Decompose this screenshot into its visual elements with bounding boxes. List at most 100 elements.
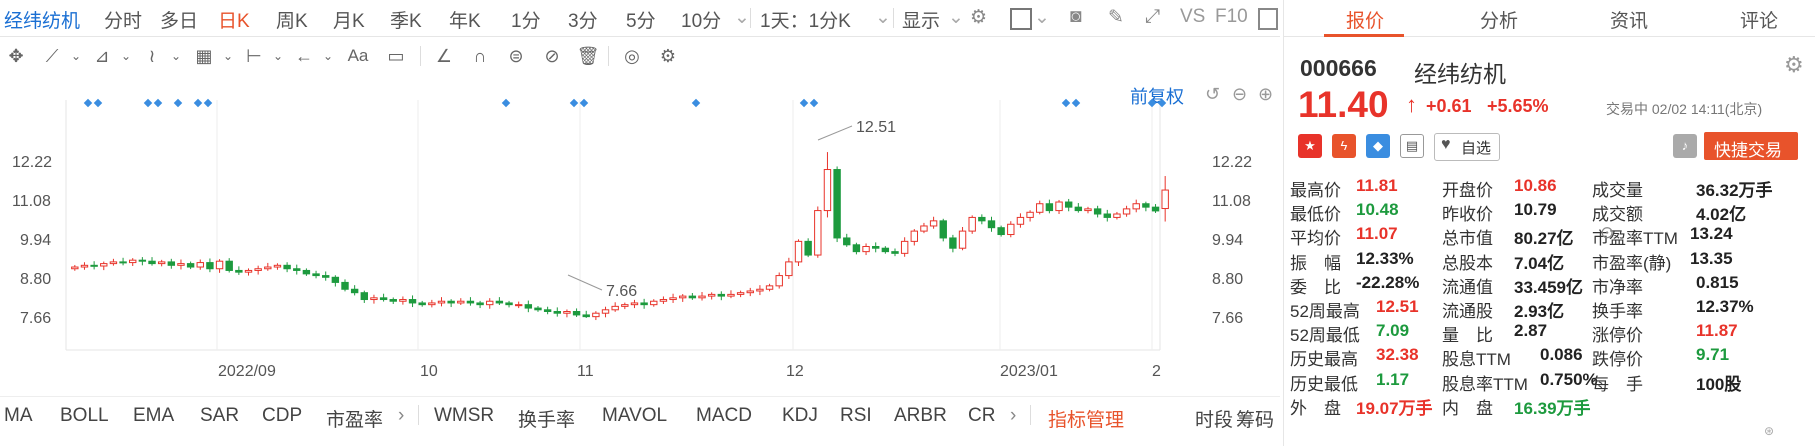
candle-body [669, 297, 677, 301]
indicator-macd[interactable]: MACD [696, 405, 752, 427]
chip-distribution-button[interactable]: 筹码 [1236, 405, 1274, 432]
candle-body [920, 225, 928, 232]
overlay-icon[interactable]: ◎ [618, 44, 646, 68]
indicator-pe[interactable]: 市盈率 [326, 405, 383, 432]
chevron-down-icon[interactable]: ⌄ [948, 6, 964, 29]
event-marker-icon [173, 98, 183, 108]
y-tick-label: 8.80 [1212, 271, 1243, 288]
candle-body [1161, 189, 1169, 210]
note-icon[interactable]: ▤ [1400, 134, 1424, 158]
candle-body [1016, 216, 1025, 225]
chevron-down-icon[interactable]: ⌄ [112, 44, 140, 68]
magnet-icon[interactable]: ∩ [466, 44, 494, 68]
tab-intraday[interactable]: 分时 [104, 6, 142, 33]
stat-label: 换手率 [1592, 302, 1643, 321]
chevron-right-icon[interactable]: › [1010, 405, 1016, 427]
pen-icon[interactable]: ✎ [1108, 6, 1124, 29]
tab-yearly-k[interactable]: 年K [449, 6, 481, 33]
settings-icon[interactable]: ⚙ [970, 6, 987, 29]
text-tool-icon[interactable]: Aa [344, 44, 372, 68]
more-info-icon[interactable]: ⊙ [1600, 223, 1614, 243]
chevron-down-icon[interactable]: ⌄ [264, 44, 292, 68]
camera-icon[interactable]: ◙ [1070, 6, 1081, 28]
hide-drawings-icon[interactable]: ⊘ [538, 44, 566, 68]
chevron-down-icon[interactable]: ⌄ [214, 44, 242, 68]
indicator-mavol[interactable]: MAVOL [602, 405, 667, 427]
stat-value: 10.86 [1514, 176, 1557, 195]
y-tick-label: 11.08 [1212, 193, 1251, 210]
comment-tool-icon[interactable]: ▭ [382, 44, 410, 68]
candle-body [186, 263, 195, 268]
layout-square-icon[interactable] [1010, 8, 1032, 30]
candle-body [350, 288, 359, 294]
candle-body [611, 305, 619, 311]
f10-button[interactable]: F10 [1215, 6, 1248, 28]
tab-weekly-k[interactable]: 周K [276, 6, 308, 33]
candle-body [543, 309, 552, 313]
angle-tool-icon[interactable]: ∠ [430, 44, 458, 68]
indicator-kdj[interactable]: KDJ [782, 405, 818, 427]
add-watchlist-button[interactable]: ♥ 自选 [1434, 133, 1500, 161]
indicator-cr[interactable]: CR [968, 405, 995, 427]
display-select[interactable]: 显示 [902, 6, 940, 33]
lock-drawings-icon[interactable]: ⊜ [502, 44, 530, 68]
tab-3min[interactable]: 3分 [568, 6, 598, 33]
trash-icon[interactable]: 🗑 [574, 44, 602, 68]
candle-body [1045, 203, 1054, 212]
stock-name-tab[interactable]: 经纬纺机 [4, 6, 80, 33]
x-tick-label: 2022/09 [218, 363, 276, 380]
indicator-arbr[interactable]: ARBR [894, 405, 947, 427]
tab-quarterly-k[interactable]: 季K [390, 6, 422, 33]
candle-body [167, 261, 176, 266]
indicator-wmsr[interactable]: WMSR [434, 405, 494, 427]
chevron-down-icon[interactable]: ⌄ [314, 44, 342, 68]
tab-10min[interactable]: 10分 [681, 6, 721, 33]
alert-bell-icon[interactable]: ♪ [1673, 134, 1697, 158]
time-segment-button[interactable]: 时段 [1195, 405, 1233, 432]
tab-monthly-k[interactable]: 月K [333, 6, 365, 33]
indicator-ema[interactable]: EMA [133, 405, 174, 427]
panel-settings-icon[interactable]: ⚙ [1784, 52, 1804, 78]
stat-label: 内 盘 [1442, 398, 1493, 418]
tab-analysis[interactable]: 分析 [1480, 6, 1518, 33]
candle-body [341, 281, 349, 290]
tab-multiday[interactable]: 多日 [160, 6, 198, 33]
event-marker-icon [799, 98, 809, 108]
divider [608, 46, 609, 66]
indicator-ma[interactable]: MA [4, 405, 33, 427]
candle-body [1036, 203, 1044, 213]
tab-daily-k[interactable]: 日K [218, 6, 250, 33]
sidebar-toggle-icon[interactable] [1258, 8, 1278, 30]
quick-trade-button[interactable]: 快捷交易 [1704, 132, 1798, 160]
chevron-down-icon[interactable]: ⌄ [875, 6, 891, 29]
indicator-boll[interactable]: BOLL [60, 405, 109, 427]
event-marker-icon [1147, 98, 1157, 108]
interval-select[interactable]: 1天：1分K [760, 6, 851, 33]
tag-icon[interactable]: ◆ [1366, 134, 1390, 158]
event-markers[interactable] [83, 98, 1167, 108]
chevron-down-icon[interactable]: ⌄ [734, 6, 750, 29]
vs-button[interactable]: VS [1180, 6, 1205, 28]
tab-5min[interactable]: 5分 [626, 6, 656, 33]
tab-1min[interactable]: 1分 [511, 6, 541, 33]
tab-quote[interactable]: 报价 [1346, 6, 1384, 33]
candlestick-chart[interactable]: 12.22 11.08 9.94 8.80 7.66 12.22 11.08 9… [0, 90, 1280, 395]
tab-comments[interactable]: 评论 [1740, 6, 1778, 33]
candle-body [119, 261, 127, 264]
toolbar-settings-icon[interactable]: ⚙ [654, 44, 682, 68]
stat-label: 成交额 [1592, 205, 1643, 225]
indicator-turnover[interactable]: 换手率 [518, 405, 575, 432]
candle-body [939, 220, 947, 239]
fullscreen-icon[interactable]: ⤢ [1145, 6, 1160, 28]
chevron-down-icon[interactable]: ⌄ [1034, 6, 1050, 29]
chevron-right-icon[interactable]: › [398, 405, 404, 427]
indicator-rsi[interactable]: RSI [840, 405, 872, 427]
indicator-sar[interactable]: SAR [200, 405, 239, 427]
chevron-down-icon[interactable]: ⌄ [162, 44, 190, 68]
chevron-down-icon[interactable]: ⌄ [62, 44, 90, 68]
tab-news[interactable]: 资讯 [1610, 6, 1648, 33]
indicator-manage-button[interactable]: 指标管理 [1048, 405, 1124, 432]
indicator-cdp[interactable]: CDP [262, 405, 302, 427]
margin-icon[interactable]: ϟ [1332, 134, 1356, 158]
move-icon[interactable]: ✥ [2, 44, 30, 68]
